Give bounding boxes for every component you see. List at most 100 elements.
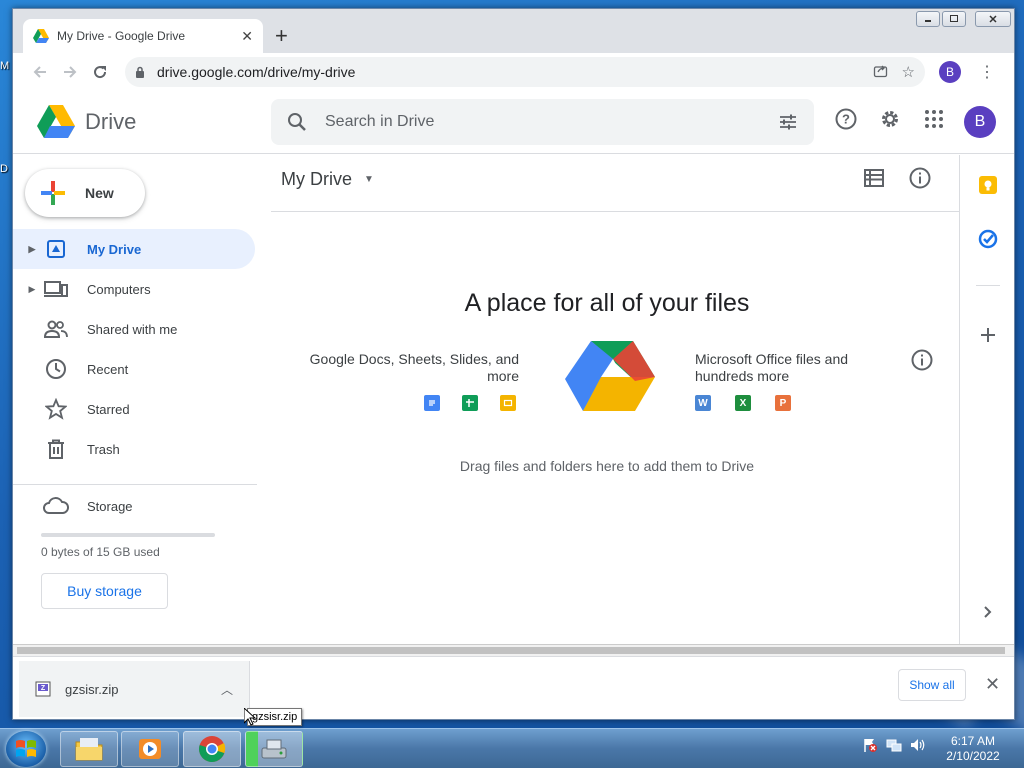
sidebar-item-computers[interactable]: ▶ Computers <box>13 269 255 309</box>
download-options-chevron-icon[interactable]: ︿ <box>221 681 233 698</box>
new-tab-button[interactable]: + <box>275 25 288 47</box>
sidebar-item-label: Storage <box>87 498 133 514</box>
expand-arrow-icon[interactable]: ▶ <box>23 284 41 295</box>
profile-avatar[interactable]: B <box>939 61 961 83</box>
drive-logo[interactable]: Drive <box>37 105 136 138</box>
buy-storage-button[interactable]: Buy storage <box>41 573 168 609</box>
clock-date: 2/10/2022 <box>946 749 1000 763</box>
details-info-icon[interactable] <box>909 167 931 189</box>
powerpoint-icon: P <box>775 395 791 411</box>
sidebar-item-trash[interactable]: Trash <box>13 429 255 469</box>
browser-window: My Drive - Google Drive ✕ + drive.google… <box>12 8 1015 720</box>
browser-toolbar: drive.google.com/drive/my-drive ☆ B ⋮ <box>13 53 1014 91</box>
reload-icon <box>94 66 107 79</box>
side-panel-divider <box>976 285 1000 286</box>
google-sheets-icon <box>462 395 478 411</box>
sidebar-item-storage[interactable]: Storage <box>13 486 255 526</box>
lock-icon <box>136 66 144 78</box>
word-icon: W <box>695 395 711 411</box>
sidebar-divider <box>13 484 257 485</box>
browser-menu-icon[interactable]: ⋮ <box>979 62 995 82</box>
close-download-shelf-icon[interactable]: ✕ <box>985 675 1000 693</box>
taskbar-media-player-button[interactable] <box>121 731 179 767</box>
sidebar-item-label: Shared with me <box>87 321 178 337</box>
maximize-icon <box>950 15 958 22</box>
list-view-icon[interactable] <box>863 167 885 189</box>
taskbar: 6:17 AM 2/10/2022 <box>0 728 1024 768</box>
tasks-icon[interactable] <box>978 229 998 254</box>
maximize-button[interactable] <box>942 11 966 27</box>
taskbar-drive-tool-button[interactable] <box>245 731 303 767</box>
keep-icon[interactable] <box>978 175 998 200</box>
show-all-downloads-button[interactable]: Show all <box>898 669 966 701</box>
scrollbar-thumb[interactable] <box>17 647 1005 654</box>
sidebar-item-label: Computers <box>87 281 151 297</box>
sidebar-item-recent[interactable]: Recent <box>13 349 255 389</box>
desktop-icon-label[interactable]: D <box>0 163 8 175</box>
desktop-icon-label[interactable]: M <box>0 60 9 72</box>
search-options-icon[interactable] <box>778 112 798 132</box>
google-file-icons <box>291 395 519 411</box>
windows-logo-icon <box>16 740 36 757</box>
info-icon[interactable] <box>911 349 933 376</box>
search-bar[interactable]: Search in Drive <box>271 99 814 145</box>
svg-text:?: ? <box>842 112 850 127</box>
plus-icon <box>41 181 65 205</box>
my-drive-dropdown[interactable]: My Drive ▼ <box>281 169 374 190</box>
sidebar-item-label: Starred <box>87 401 130 417</box>
minimize-icon <box>925 20 931 22</box>
minimize-button[interactable] <box>916 11 940 27</box>
network-icon[interactable] <box>886 737 902 758</box>
search-input[interactable]: Search in Drive <box>325 113 778 131</box>
drive-main-content: My Drive ▼ A place for all of your files… <box>271 155 959 644</box>
bookmark-star-icon[interactable]: ☆ <box>902 63 915 81</box>
google-docs-info: Google Docs, Sheets, Slides, and more <box>291 351 519 411</box>
sidebar-item-my-drive[interactable]: ▶ My Drive <box>13 229 255 269</box>
sidebar-item-label: Recent <box>87 361 129 377</box>
forward-button[interactable] <box>55 57 85 87</box>
system-clock[interactable]: 6:17 AM 2/10/2022 <box>940 734 1006 764</box>
tab-close-icon[interactable]: ✕ <box>241 28 253 45</box>
drop-hint-text: Drag files and folders here to add them … <box>459 458 755 474</box>
view-tools <box>863 167 931 189</box>
help-icon[interactable]: ? <box>835 108 857 130</box>
sidebar-item-shared-with-me[interactable]: Shared with me <box>13 309 255 349</box>
google-docs-text: Google Docs, Sheets, Slides, and more <box>309 351 519 384</box>
expand-arrow-icon[interactable]: ▶ <box>23 244 41 255</box>
share-icon[interactable] <box>873 63 888 82</box>
settings-gear-icon[interactable] <box>879 108 901 130</box>
reload-button[interactable] <box>85 57 115 87</box>
add-addon-plus-icon[interactable] <box>978 325 998 350</box>
taskbar-chrome-button[interactable] <box>183 731 241 767</box>
clock-time: 6:17 AM <box>950 734 996 748</box>
sidebar-item-starred[interactable]: Starred <box>13 389 255 429</box>
url-text: drive.google.com/drive/my-drive <box>157 64 356 80</box>
browser-tab[interactable]: My Drive - Google Drive ✕ <box>23 19 263 53</box>
horizontal-scrollbar[interactable] <box>13 644 1014 656</box>
excel-icon: X <box>735 395 751 411</box>
close-window-button[interactable] <box>975 11 1011 27</box>
page-title: My Drive <box>281 169 352 189</box>
forward-arrow-icon <box>64 66 77 78</box>
drive-3d-logo-icon <box>565 341 655 411</box>
header-actions: ? <box>835 108 945 130</box>
expand-panel-chevron-icon[interactable] <box>980 605 994 624</box>
address-bar[interactable]: drive.google.com/drive/my-drive ☆ <box>125 57 925 87</box>
download-item[interactable]: Z gzsisr.zip ︿ <box>19 661 250 717</box>
tab-title: My Drive - Google Drive <box>57 29 186 43</box>
window-controls <box>916 11 966 27</box>
search-icon <box>288 113 306 131</box>
chrome-icon <box>199 736 226 763</box>
start-button[interactable] <box>6 731 46 767</box>
taskbar-explorer-button[interactable] <box>60 731 118 767</box>
drive-page: Drive Search in Drive ? B New ▶ My Drive… <box>13 91 1014 644</box>
account-avatar[interactable]: B <box>964 106 996 138</box>
new-button[interactable]: New <box>25 169 145 217</box>
apps-grid-icon[interactable] <box>923 108 945 130</box>
google-docs-icon <box>424 395 440 411</box>
drive-favicon-icon <box>33 29 49 43</box>
action-center-flag-icon[interactable] <box>862 737 878 758</box>
back-button[interactable] <box>25 57 55 87</box>
zip-file-icon: Z <box>35 681 51 697</box>
volume-icon[interactable] <box>910 737 926 758</box>
